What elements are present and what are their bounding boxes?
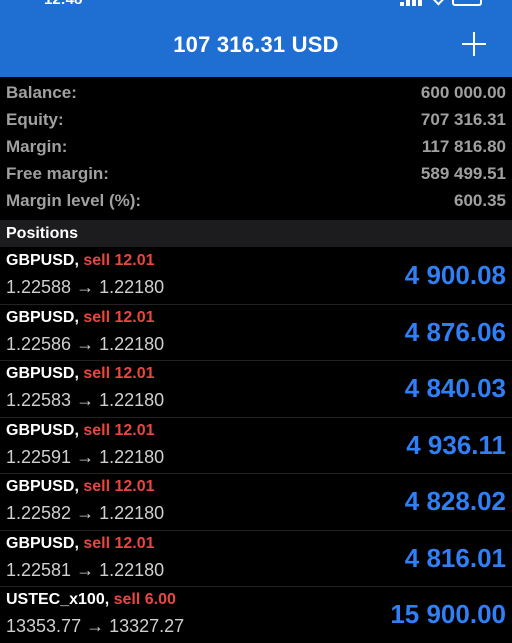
position-side: sell 12.01 (83, 308, 155, 326)
position-row[interactable]: GBPUSD, sell 12.01 1.22586 → 1.22180 4 8… (0, 305, 512, 361)
summary-value: 707 316.31 (420, 109, 506, 129)
position-prices: 1.22586 → 1.22180 (6, 333, 165, 354)
position-profit: 4 936.11 (406, 429, 506, 460)
position-symbol: GBPUSD, (6, 252, 79, 269)
position-symbol: GBPUSD, (6, 421, 79, 439)
position-profit: 4 876.06 (404, 316, 506, 347)
position-symbol-line: GBPUSD, sell 12.01 (6, 365, 155, 383)
positions-header: Positions (0, 220, 512, 247)
plus-icon[interactable] (462, 32, 486, 56)
position-side: sell 12.01 (83, 478, 155, 495)
position-profit: 4 900.08 (404, 260, 506, 290)
status-bar: 12:48 (0, 0, 512, 10)
position-side: sell 12.01 (83, 421, 155, 439)
summary-label: Equity: (6, 109, 64, 129)
status-icons (400, 0, 482, 6)
position-prices: 1.22588 → 1.22180 (6, 277, 165, 297)
position-side: sell 6.00 (113, 591, 176, 608)
summary-label: Free margin: (6, 163, 109, 183)
position-row[interactable]: GBPUSD, sell 12.01 1.22588 → 1.22180 4 9… (0, 248, 512, 305)
summary-row-balance: Balance: 600 000.00 (0, 79, 512, 106)
position-symbol-line: GBPUSD, sell 12.01 (6, 478, 155, 496)
position-prices: 1.22583 → 1.22180 (6, 390, 165, 410)
summary-value: 600 000.00 (420, 82, 506, 102)
summary-row-margin: Margin: 117 816.80 (0, 133, 512, 160)
position-row[interactable]: GBPUSD, sell 12.01 1.22583 → 1.22180 4 8… (0, 361, 512, 418)
summary-label: Balance: (6, 82, 77, 102)
status-time: 12:48 (44, 0, 82, 8)
position-symbol: USTEC_x100, (6, 591, 110, 608)
position-side: sell 12.01 (83, 252, 155, 269)
summary-row-free-margin: Free margin: 589 499.51 (0, 160, 512, 187)
signal-icon (400, 0, 422, 6)
position-prices: 1.22591 → 1.22180 (6, 446, 165, 467)
position-symbol-line: GBPUSD, sell 12.01 (6, 252, 155, 270)
position-symbol-line: GBPUSD, sell 12.01 (6, 422, 155, 440)
position-symbol: GBPUSD, (6, 365, 79, 382)
battery-icon (452, 0, 482, 6)
position-symbol: GBPUSD, (6, 478, 79, 495)
position-symbol-line: GBPUSD, sell 12.01 (6, 309, 155, 327)
wifi-icon (428, 0, 446, 6)
position-prices: 13353.77 → 13327.27 (6, 616, 185, 636)
header-bar: 107 316.31 USD (0, 10, 512, 77)
position-prices: 1.22582 → 1.22180 (6, 503, 165, 523)
position-row[interactable]: GBPUSD, sell 12.01 1.22581 → 1.22180 4 8… (0, 531, 512, 587)
account-equity-title: 107 316.31 USD (173, 32, 339, 57)
position-side: sell 12.01 (83, 534, 155, 552)
summary-row-margin-level: Margin level (%): 600.35 (0, 187, 512, 214)
summary-label: Margin: (6, 136, 68, 156)
position-row[interactable]: GBPUSD, sell 12.01 1.22591 → 1.22180 4 9… (0, 418, 512, 474)
summary-value: 600.35 (454, 190, 506, 210)
summary-value: 117 816.80 (421, 136, 506, 156)
position-symbol: GBPUSD, (6, 534, 79, 552)
summary-row-equity: Equity: 707 316.31 (0, 106, 512, 133)
position-row[interactable]: GBPUSD, sell 12.01 1.22582 → 1.22180 4 8… (0, 474, 512, 531)
summary-label: Margin level (%): (6, 190, 142, 210)
position-profit: 4 816.01 (404, 542, 506, 573)
position-profit: 15 900.00 (390, 599, 506, 629)
position-side: sell 12.01 (83, 365, 155, 382)
position-symbol: GBPUSD, (6, 308, 79, 326)
position-symbol-line: USTEC_x100, sell 6.00 (6, 591, 176, 609)
summary-value: 589 499.51 (420, 163, 506, 183)
position-symbol-line: GBPUSD, sell 12.01 (6, 535, 155, 553)
position-prices: 1.22581 → 1.22180 (6, 559, 165, 580)
position-row[interactable]: USTEC_x100, sell 6.00 13353.77 → 13327.2… (0, 587, 512, 643)
position-profit: 4 828.02 (404, 486, 506, 516)
account-summary: Balance: 600 000.00 Equity: 707 316.31 M… (0, 79, 512, 214)
position-profit: 4 840.03 (404, 373, 506, 403)
positions-list: GBPUSD, sell 12.01 1.22588 → 1.22180 4 9… (0, 248, 512, 643)
